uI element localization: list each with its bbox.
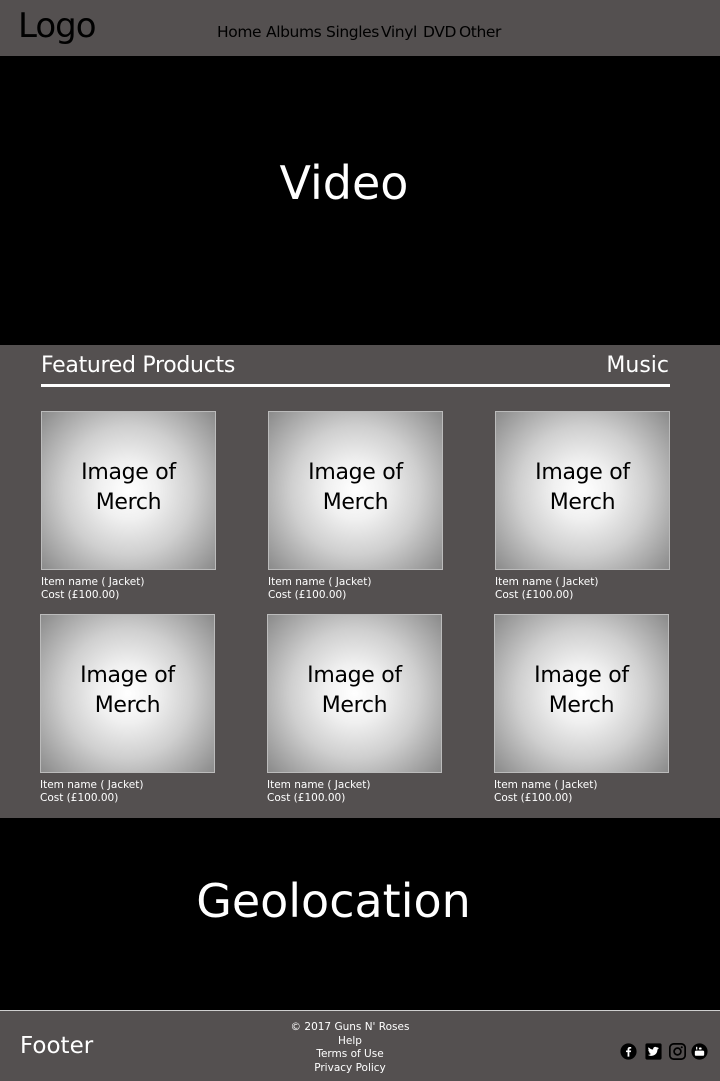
facebook-icon[interactable] — [620, 1043, 637, 1060]
product-cost: Cost (£100.00) — [267, 792, 346, 804]
featured-products-title: Featured Products — [41, 353, 235, 378]
music-link[interactable]: Music — [606, 353, 669, 378]
product-image-label: Image of Merch — [41, 661, 214, 721]
product-image-label: Image of Merch — [268, 661, 441, 721]
product-image-label-line2: Merch — [95, 490, 162, 515]
nav-other-link[interactable]: Other — [459, 23, 501, 41]
product-image[interactable]: Image of Merch — [495, 411, 670, 570]
youtube-icon[interactable] — [691, 1043, 708, 1060]
product-card[interactable]: Image of Merch Item name ( Jacket) Cost … — [267, 614, 442, 814]
product-card[interactable]: Image of Merch Item name ( Jacket) Cost … — [494, 614, 669, 814]
nav-dvd-link[interactable]: DVD — [423, 23, 456, 41]
product-image-label-line2: Merch — [322, 490, 389, 515]
privacy-policy-link[interactable]: Privacy Policy — [250, 1062, 450, 1076]
product-image-label-line1: Image of — [308, 460, 403, 485]
geolocation-section[interactable]: Geolocation — [0, 818, 720, 1009]
terms-of-use-link[interactable]: Terms of Use — [250, 1048, 450, 1062]
nav-singles-link[interactable]: Singles — [326, 23, 379, 41]
product-image-label: Image of Merch — [269, 458, 442, 518]
product-image-label-line2: Merch — [549, 490, 616, 515]
product-image[interactable]: Image of Merch — [41, 411, 216, 570]
video-section[interactable]: Video — [0, 56, 720, 345]
product-image-label-line2: Merch — [94, 693, 161, 718]
product-name[interactable]: Item name ( Jacket) — [267, 779, 370, 791]
instagram-icon[interactable] — [669, 1043, 686, 1060]
nav-home-link[interactable]: Home — [217, 23, 262, 41]
product-image-label: Image of Merch — [495, 661, 668, 721]
product-card[interactable]: Image of Merch Item name ( Jacket) Cost … — [495, 411, 670, 611]
product-image[interactable]: Image of Merch — [40, 614, 215, 773]
video-label: Video — [279, 156, 409, 210]
product-name[interactable]: Item name ( Jacket) — [494, 779, 597, 791]
product-image-label-line1: Image of — [307, 663, 402, 688]
section-divider — [41, 384, 670, 387]
nav-albums-link[interactable]: Albums — [266, 23, 322, 41]
site-header: Logo Home Albums Singles Vinyl DVD Other — [0, 0, 720, 56]
product-cost: Cost (£100.00) — [494, 792, 573, 804]
copyright-text: © 2017 Guns N' Roses — [290, 1021, 410, 1033]
product-image-label-line2: Merch — [548, 693, 615, 718]
geolocation-label: Geolocation — [196, 874, 471, 928]
product-image[interactable]: Image of Merch — [268, 411, 443, 570]
product-image-label-line2: Merch — [321, 693, 388, 718]
product-card[interactable]: Image of Merch Item name ( Jacket) Cost … — [40, 614, 215, 814]
product-image-label-line1: Image of — [80, 663, 175, 688]
product-cost: Cost (£100.00) — [495, 589, 574, 601]
twitter-icon[interactable] — [645, 1043, 662, 1060]
help-link[interactable]: Help — [250, 1035, 450, 1049]
product-image-label-line1: Image of — [535, 460, 630, 485]
site-logo[interactable]: Logo — [18, 6, 97, 46]
product-image[interactable]: Image of Merch — [267, 614, 442, 773]
site-footer: Footer © 2017 Guns N' Roses Help Terms o… — [0, 1010, 720, 1081]
featured-products-section: Featured Products Music Image of Merch I… — [0, 345, 720, 818]
product-image-label: Image of Merch — [496, 458, 669, 518]
product-cost: Cost (£100.00) — [268, 589, 347, 601]
product-image-label-line1: Image of — [81, 460, 176, 485]
footer-label: Footer — [20, 1033, 94, 1059]
product-name[interactable]: Item name ( Jacket) — [41, 576, 144, 588]
product-card[interactable]: Image of Merch Item name ( Jacket) Cost … — [268, 411, 443, 611]
product-cost: Cost (£100.00) — [41, 589, 120, 601]
product-name[interactable]: Item name ( Jacket) — [268, 576, 371, 588]
product-image[interactable]: Image of Merch — [494, 614, 669, 773]
product-image-label-line1: Image of — [534, 663, 629, 688]
product-name[interactable]: Item name ( Jacket) — [40, 779, 143, 791]
product-image-label: Image of Merch — [42, 458, 215, 518]
product-name[interactable]: Item name ( Jacket) — [495, 576, 598, 588]
nav-vinyl-link[interactable]: Vinyl — [381, 23, 417, 41]
product-cost: Cost (£100.00) — [40, 792, 119, 804]
footer-links: © 2017 Guns N' Roses Help Terms of Use P… — [250, 1021, 450, 1075]
product-card[interactable]: Image of Merch Item name ( Jacket) Cost … — [41, 411, 216, 611]
